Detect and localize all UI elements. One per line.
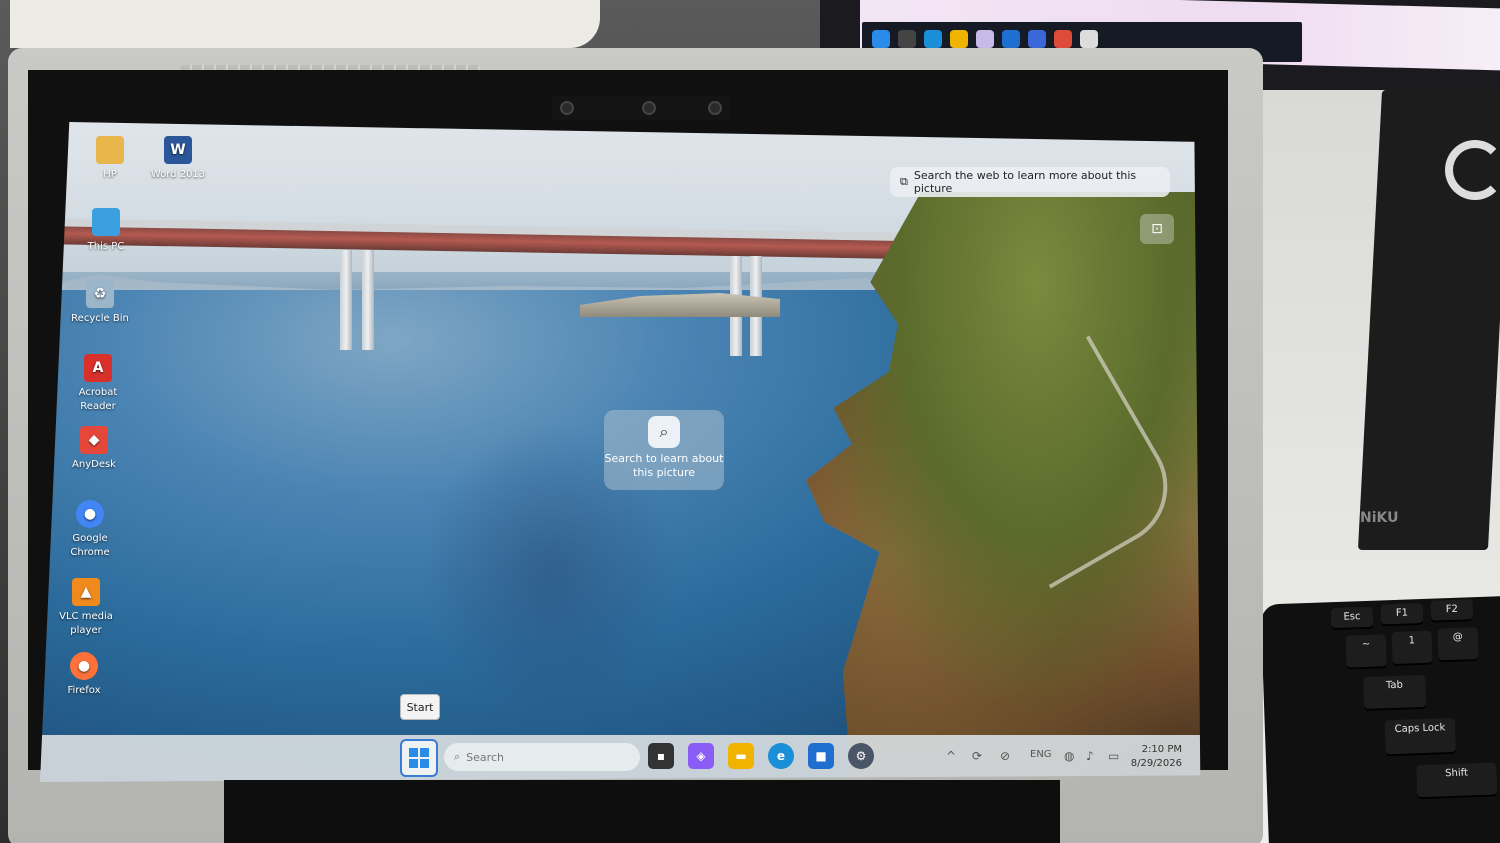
copilot-icon[interactable]: ◈ xyxy=(688,743,714,769)
volume-icon[interactable]: ♪ xyxy=(1086,749,1094,763)
clock-date: 8/29/2026 xyxy=(1130,758,1182,769)
paper-sheet xyxy=(10,0,600,48)
recycle-bin-icon: ♻ xyxy=(86,280,114,308)
keyboard: Esc F1 F2 ~ 1 @ Tab Caps Lock Shift xyxy=(1260,595,1500,843)
desktop-icon-word-2013[interactable]: W Word 2013 xyxy=(142,136,214,182)
desktop-icon-firefox[interactable]: ● Firefox xyxy=(48,652,120,698)
desktop-icon-label: Acrobat Reader xyxy=(78,387,118,412)
task-view-icon[interactable]: ▪ xyxy=(648,743,674,769)
language-indicator[interactable]: ENG xyxy=(1030,749,1052,760)
desktop-icon-label: Firefox xyxy=(67,685,101,696)
key-caps-lock: Caps Lock xyxy=(1384,717,1456,757)
camera-lens-icon xyxy=(708,101,722,115)
windows-icon xyxy=(872,30,890,48)
no-network-icon[interactable]: ⊘ xyxy=(1000,749,1010,763)
taskbar-search-placeholder: Search xyxy=(466,750,504,764)
chrome-icon xyxy=(1054,30,1072,48)
key-esc: Esc xyxy=(1330,606,1374,631)
edge-icon xyxy=(924,30,942,48)
key-f2: F2 xyxy=(1430,599,1474,623)
clock-time: 2:10 PM xyxy=(1141,744,1182,755)
folder-icon xyxy=(950,30,968,48)
niku-logo-icon xyxy=(1445,140,1500,200)
spotlight-search-card[interactable]: ⌕ Search to learn about this picture xyxy=(604,410,724,490)
desktop-icon-vlc-media-player[interactable]: ▲ VLC media player xyxy=(50,578,122,638)
battery-icon[interactable]: ▭ xyxy=(1108,749,1119,763)
desktop-icon-google-chrome[interactable]: ● Google Chrome xyxy=(54,500,126,560)
file-explorer-icon[interactable]: ▬ xyxy=(728,743,754,769)
visual-search-lens-icon[interactable]: ⊡ xyxy=(1140,214,1174,244)
acrobat-icon: A xyxy=(84,354,112,382)
system-tray: ^ ⟳ ⊘ ENG ◍ ♪ ▭ 2:10 PM 8/29/2026 xyxy=(940,735,1200,782)
desktop-icon-label: This PC xyxy=(87,241,125,252)
niku-brand-text: NiKU xyxy=(1360,510,1399,526)
camera-lens-icon xyxy=(560,101,574,115)
show-hidden-icons-chevron-icon[interactable]: ^ xyxy=(946,749,956,763)
app-icon xyxy=(1028,30,1046,48)
image-search-icon: ⧉ xyxy=(900,175,908,188)
monitor-icon xyxy=(92,208,120,236)
key-tilde: ~ xyxy=(1345,634,1387,670)
black-tape xyxy=(224,780,1060,843)
vlc-icon: ▲ xyxy=(72,578,100,606)
store-icon xyxy=(1002,30,1020,48)
key-2: @ xyxy=(1437,627,1479,663)
magnifier-sparkle-icon: ⌕ xyxy=(648,416,680,448)
desktop-icon-label: Word 2013 xyxy=(150,169,206,180)
network-globe-icon[interactable]: ◍ xyxy=(1064,749,1074,763)
anydesk-icon: ◆ xyxy=(80,426,108,454)
desktop-icon-recycle-bin[interactable]: ♻ Recycle Bin xyxy=(64,280,136,326)
start-button[interactable] xyxy=(400,739,438,777)
start-tooltip: Start xyxy=(400,694,440,720)
key-tab: Tab xyxy=(1363,674,1427,712)
desktop-icon-anydesk[interactable]: ◆ AnyDesk xyxy=(58,426,130,472)
desktop-icon-label: Google Chrome xyxy=(70,533,110,558)
sync-icon[interactable]: ⟳ xyxy=(972,749,982,763)
desktop-icon-label: AnyDesk xyxy=(72,459,116,470)
spotlight-web-search-button[interactable]: ⧉ Search the web to learn more about thi… xyxy=(890,167,1170,197)
edge-icon[interactable]: e xyxy=(768,743,794,769)
folder-icon xyxy=(96,136,124,164)
desktop-icon-acrobat-reader[interactable]: A Acrobat Reader xyxy=(62,354,134,414)
photo-scene: NiKU Esc F1 F2 ~ 1 @ Tab Caps Lock Shift xyxy=(0,0,1500,843)
webcam-module xyxy=(552,96,730,120)
desktop-icon-label: HP xyxy=(103,169,117,180)
bridge-pier xyxy=(340,250,352,350)
key-f1: F1 xyxy=(1380,602,1424,627)
search-icon: ⌕ xyxy=(454,750,461,763)
camera-lens-icon xyxy=(642,101,656,115)
desktop-icon-this-pc[interactable]: This PC xyxy=(70,208,142,254)
spotlight-web-search-label: Search the web to learn more about this … xyxy=(913,169,1137,195)
desktop-icon-hp[interactable]: HP xyxy=(74,136,146,182)
app-icon xyxy=(1080,30,1098,48)
spotlight-card-label: Search to learn about this picture xyxy=(604,452,724,479)
key-1: 1 xyxy=(1391,630,1433,667)
laptop-screen: HP W Word 2013 This PC ♻ Recycle Bin A A… xyxy=(40,122,1212,782)
key-shift: Shift xyxy=(1416,762,1498,800)
windows-logo-icon xyxy=(409,748,429,768)
microsoft-store-icon[interactable]: ■ xyxy=(808,743,834,769)
word-icon: W xyxy=(164,136,192,164)
desktop-icon-label: VLC media player xyxy=(59,611,113,636)
chrome-icon: ● xyxy=(76,500,104,528)
settings-gear-icon[interactable]: ⚙ xyxy=(848,743,874,769)
taskbar-clock[interactable]: 2:10 PM 8/29/2026 xyxy=(1131,743,1182,771)
firefox-icon: ● xyxy=(70,652,98,680)
taskbar: ⌕ Search ▪ ◈ ▬ e ■ ⚙ ^ ⟳ ⊘ ENG ◍ ♪ ▭ 2:1… xyxy=(40,735,1212,782)
taskbar-search-box[interactable]: ⌕ Search xyxy=(444,743,640,771)
bridge-pier xyxy=(362,250,374,350)
search-icon xyxy=(898,30,916,48)
app-icon xyxy=(976,30,994,48)
desktop-icon-label: Recycle Bin xyxy=(71,313,129,324)
